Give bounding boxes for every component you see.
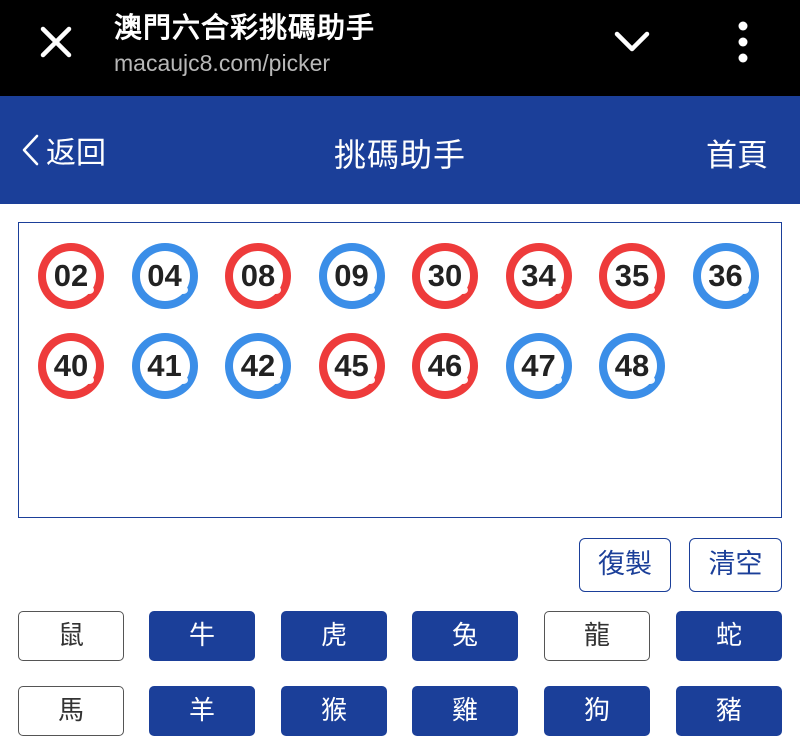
ball-number: 04 (147, 258, 182, 293)
number-ball-04[interactable]: 04 (129, 240, 201, 312)
zodiac-button-12[interactable]: 豬 (676, 686, 782, 736)
ball-number: 40 (53, 348, 89, 383)
number-ball-40[interactable]: 40 (35, 330, 107, 402)
ball-number: 09 (334, 258, 369, 293)
zodiac-button-7[interactable]: 馬 (18, 686, 124, 736)
number-ball-34[interactable]: 34 (503, 240, 575, 312)
number-ball-47[interactable]: 47 (503, 330, 575, 402)
selected-numbers-box: 02 04 08 09 30 34 35 36 40 41 42 45 46 47 48 (18, 222, 782, 518)
ball-number: 46 (427, 348, 463, 383)
number-ball-35[interactable]: 35 (596, 240, 668, 312)
ball-number: 30 (427, 258, 463, 293)
zodiac-button-10[interactable]: 雞 (412, 686, 518, 736)
zodiac-button-8[interactable]: 羊 (149, 686, 255, 736)
ball-number: 35 (614, 258, 650, 293)
number-ball-41[interactable]: 41 (129, 330, 201, 402)
number-ball-08[interactable]: 08 (222, 240, 294, 312)
number-ball-46[interactable]: 46 (409, 330, 481, 402)
zodiac-button-1[interactable]: 鼠 (18, 611, 124, 661)
app-header: 返回 挑碼助手 首頁 (0, 96, 800, 204)
chevron-left-icon (22, 134, 39, 166)
home-button[interactable]: 首頁 (706, 130, 768, 175)
ball-number: 47 (521, 348, 556, 383)
number-ball-02[interactable]: 02 (35, 240, 107, 312)
number-ball-45[interactable]: 45 (316, 330, 388, 402)
zodiac-button-2[interactable]: 牛 (149, 611, 255, 661)
more-vertical-icon[interactable] (732, 20, 754, 64)
page-url: macaujc8.com/picker (114, 50, 331, 76)
number-ball-09[interactable]: 09 (316, 240, 388, 312)
copy-button[interactable]: 復製 (579, 538, 671, 592)
ball-number: 34 (521, 258, 556, 293)
page-title: 澳門六合彩挑碼助手 (114, 11, 376, 44)
ball-number: 45 (334, 348, 369, 383)
zodiac-button-9[interactable]: 猴 (281, 686, 387, 736)
number-ball-48[interactable]: 48 (596, 330, 668, 402)
browser-chrome-bar: 澳門六合彩挑碼助手 macaujc8.com/picker (0, 0, 800, 96)
close-icon[interactable] (36, 22, 76, 62)
back-label: 返回 (46, 136, 106, 171)
zodiac-button-5[interactable]: 龍 (544, 611, 650, 661)
zodiac-button-3[interactable]: 虎 (281, 611, 387, 661)
header-title: 挑碼助手 (333, 136, 466, 174)
ball-number: 41 (147, 348, 182, 383)
zodiac-button-6[interactable]: 蛇 (676, 611, 782, 661)
back-button[interactable]: 返回 (18, 130, 106, 171)
chevron-down-icon[interactable] (612, 26, 652, 58)
number-ball-42[interactable]: 42 (222, 330, 294, 402)
number-ball-30[interactable]: 30 (409, 240, 481, 312)
ball-number: 42 (240, 348, 276, 383)
number-ball-36[interactable]: 36 (690, 240, 762, 312)
zodiac-button-4[interactable]: 兔 (412, 611, 518, 661)
ball-number: 48 (614, 348, 650, 383)
ball-number: 36 (708, 258, 743, 293)
clear-button[interactable]: 清空 (689, 538, 782, 592)
ball-number: 08 (240, 258, 276, 293)
zodiac-button-11[interactable]: 狗 (544, 686, 650, 736)
ball-number: 02 (53, 258, 89, 293)
